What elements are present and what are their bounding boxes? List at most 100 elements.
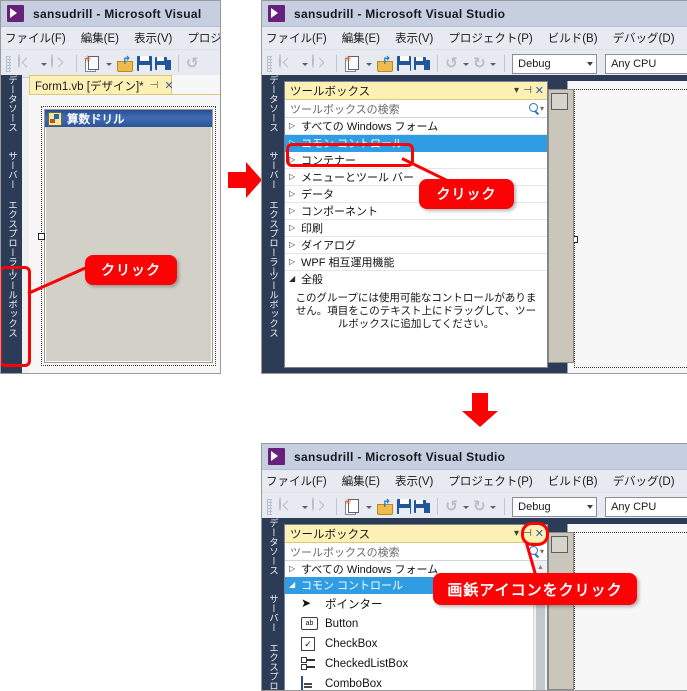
open-file-icon[interactable]: ↱ bbox=[116, 55, 134, 72]
save-icon[interactable] bbox=[396, 56, 412, 71]
solution-platform-dropdown[interactable]: Any CPU bbox=[605, 496, 687, 517]
menu-item-view[interactable]: 表示(V) bbox=[395, 473, 433, 489]
undo-icon[interactable]: ↺ bbox=[186, 56, 199, 71]
menu-item-edit[interactable]: 編集(E) bbox=[342, 30, 380, 46]
pushpin-icon[interactable]: ⊣ bbox=[150, 80, 159, 91]
save-all-icon[interactable] bbox=[414, 56, 431, 71]
vertical-tab-server-explorer[interactable]: サーバー エクスプローラー bbox=[262, 594, 283, 690]
undo-dropdown-icon[interactable] bbox=[461, 56, 470, 72]
toolbox-item-button[interactable]: ab Button bbox=[285, 614, 547, 634]
chevron-down-icon[interactable]: ▾ bbox=[514, 85, 519, 96]
expander-icon[interactable]: ▷ bbox=[289, 241, 297, 249]
redo-dropdown-icon[interactable] bbox=[488, 56, 497, 72]
open-file-icon[interactable]: ↱ bbox=[376, 498, 394, 515]
toolbox-group-all-windows-forms[interactable]: ▷ すべての Windows フォーム bbox=[285, 118, 547, 135]
expander-icon[interactable]: ◢ bbox=[289, 581, 297, 589]
toolbar-grip[interactable] bbox=[6, 55, 11, 72]
undo-icon[interactable]: ↺ bbox=[445, 56, 458, 71]
pushpin-icon[interactable]: ⊣ bbox=[523, 85, 532, 96]
solution-configuration-dropdown[interactable]: Debug bbox=[512, 53, 598, 74]
form-designer-window[interactable] bbox=[574, 532, 687, 690]
menu-item-edit[interactable]: 編集(E) bbox=[81, 30, 119, 46]
menu-item-debug[interactable]: デバッグ(D) bbox=[613, 30, 675, 46]
navigate-forward-icon[interactable] bbox=[51, 53, 69, 73]
form-designer-window[interactable] bbox=[574, 89, 687, 368]
new-project-icon[interactable]: ✳ bbox=[84, 55, 101, 72]
navigate-back-icon[interactable] bbox=[278, 496, 297, 516]
save-all-icon[interactable] bbox=[155, 56, 171, 71]
new-project-dropdown-icon[interactable] bbox=[364, 56, 373, 72]
menu-item-debug[interactable]: デバッグ(D) bbox=[613, 473, 675, 489]
toolbox-group-dialogs[interactable]: ▷ ダイアログ bbox=[285, 237, 547, 254]
menu-item-file[interactable]: ファイル(F) bbox=[5, 30, 66, 46]
toolbox-group-wpf-interop[interactable]: ▷ WPF 相互運用機能 bbox=[285, 254, 547, 271]
menu-item-view[interactable]: 表示(V) bbox=[395, 30, 433, 46]
vertical-tab-datasource[interactable]: データソース bbox=[262, 75, 283, 149]
expander-icon[interactable]: ▷ bbox=[289, 139, 297, 147]
toolbox-item-checkedlistbox[interactable]: CheckedListBox bbox=[285, 654, 547, 674]
close-icon[interactable] bbox=[551, 93, 568, 110]
close-icon[interactable]: ✕ bbox=[535, 84, 544, 97]
new-project-dropdown-icon[interactable] bbox=[364, 499, 373, 515]
save-all-icon[interactable] bbox=[414, 499, 431, 514]
vertical-tab-datasource[interactable]: データソース bbox=[262, 518, 283, 592]
menu-item-file[interactable]: ファイル(F) bbox=[266, 30, 327, 46]
vertical-tab-toolbox[interactable]: ツールボックス bbox=[262, 271, 283, 357]
toolbox-item-combobox[interactable]: ComboBox bbox=[285, 674, 547, 690]
redo-dropdown-icon[interactable] bbox=[488, 499, 497, 515]
expander-icon[interactable]: ▷ bbox=[289, 173, 297, 181]
solution-configuration-dropdown[interactable]: Debug bbox=[512, 496, 598, 517]
toolbar-grip[interactable] bbox=[267, 55, 272, 72]
vertical-tab-datasource[interactable]: データソース bbox=[1, 75, 22, 149]
new-project-icon[interactable]: ✳ bbox=[344, 55, 361, 72]
navigate-back-dropdown-icon[interactable] bbox=[300, 56, 309, 72]
expander-icon[interactable]: ▷ bbox=[289, 122, 297, 130]
menu-item-build[interactable]: ビルド(B) bbox=[548, 473, 598, 489]
vertical-tab-server-explorer[interactable]: サーバー エクスプローラー bbox=[262, 151, 283, 276]
toolbar-grip[interactable] bbox=[267, 498, 272, 515]
expander-icon[interactable]: ▷ bbox=[289, 207, 297, 215]
navigate-forward-icon[interactable] bbox=[311, 53, 330, 73]
toolbox-item-checkbox[interactable]: ✓ CheckBox bbox=[285, 634, 547, 654]
vertical-tab-toolbox[interactable]: ツールボックス bbox=[1, 271, 22, 357]
close-icon[interactable]: ✕ bbox=[164, 79, 173, 92]
chevron-down-icon[interactable]: ▾ bbox=[540, 104, 544, 113]
undo-icon[interactable]: ↺ bbox=[445, 499, 458, 514]
navigate-forward-icon[interactable] bbox=[311, 496, 330, 516]
toolbox-group-general[interactable]: ◢ 全般 bbox=[285, 271, 547, 287]
new-project-icon[interactable]: ✳ bbox=[344, 498, 361, 515]
navigate-back-dropdown-icon[interactable] bbox=[300, 499, 309, 515]
search-icon[interactable] bbox=[528, 103, 540, 114]
toolbox-search-input[interactable]: ツールボックスの検索 ▾ bbox=[285, 100, 547, 118]
close-icon[interactable] bbox=[551, 536, 568, 553]
form-designer-window[interactable]: 算数ドリル bbox=[38, 106, 216, 366]
navigate-back-dropdown-icon[interactable] bbox=[39, 56, 48, 72]
expander-icon[interactable]: ◢ bbox=[289, 275, 297, 283]
solution-platform-dropdown[interactable]: Any CPU bbox=[605, 53, 687, 74]
menu-item-build[interactable]: ビルド(B) bbox=[548, 30, 598, 46]
resize-handle[interactable] bbox=[38, 233, 45, 240]
menu-item-file[interactable]: ファイル(F) bbox=[266, 473, 327, 489]
redo-icon[interactable]: ↺ bbox=[473, 55, 486, 72]
pushpin-icon[interactable]: ⊣ bbox=[523, 528, 532, 539]
menu-item-view[interactable]: 表示(V) bbox=[134, 30, 172, 46]
close-icon[interactable]: ✕ bbox=[535, 527, 544, 540]
chevron-down-icon[interactable]: ▾ bbox=[540, 547, 544, 556]
menu-item-edit[interactable]: 編集(E) bbox=[342, 473, 380, 489]
toolbox-search-input[interactable]: ツールボックスの検索 ▾ bbox=[285, 543, 547, 561]
toolbox-group-common-controls[interactable]: ▷ コモン コントロール bbox=[285, 135, 547, 152]
redo-icon[interactable]: ↺ bbox=[473, 498, 486, 515]
expander-icon[interactable]: ▷ bbox=[289, 156, 297, 164]
save-icon[interactable] bbox=[137, 56, 152, 71]
chevron-down-icon[interactable]: ▾ bbox=[514, 528, 519, 539]
menu-item-project[interactable]: プロジェクト(P) bbox=[448, 473, 532, 489]
menu-item-project[interactable]: プロジ bbox=[187, 30, 220, 46]
save-icon[interactable] bbox=[396, 499, 412, 514]
vertical-tab-server-explorer[interactable]: サーバー エクスプローラー bbox=[1, 151, 22, 276]
expander-icon[interactable]: ▷ bbox=[289, 224, 297, 232]
navigate-back-icon[interactable] bbox=[278, 53, 297, 73]
undo-dropdown-icon[interactable] bbox=[461, 499, 470, 515]
expander-icon[interactable]: ▷ bbox=[289, 565, 297, 573]
expander-icon[interactable]: ▷ bbox=[289, 190, 297, 198]
document-tab-form1[interactable]: Form1.vb [デザイン]* ⊣ ✕ bbox=[29, 75, 174, 95]
